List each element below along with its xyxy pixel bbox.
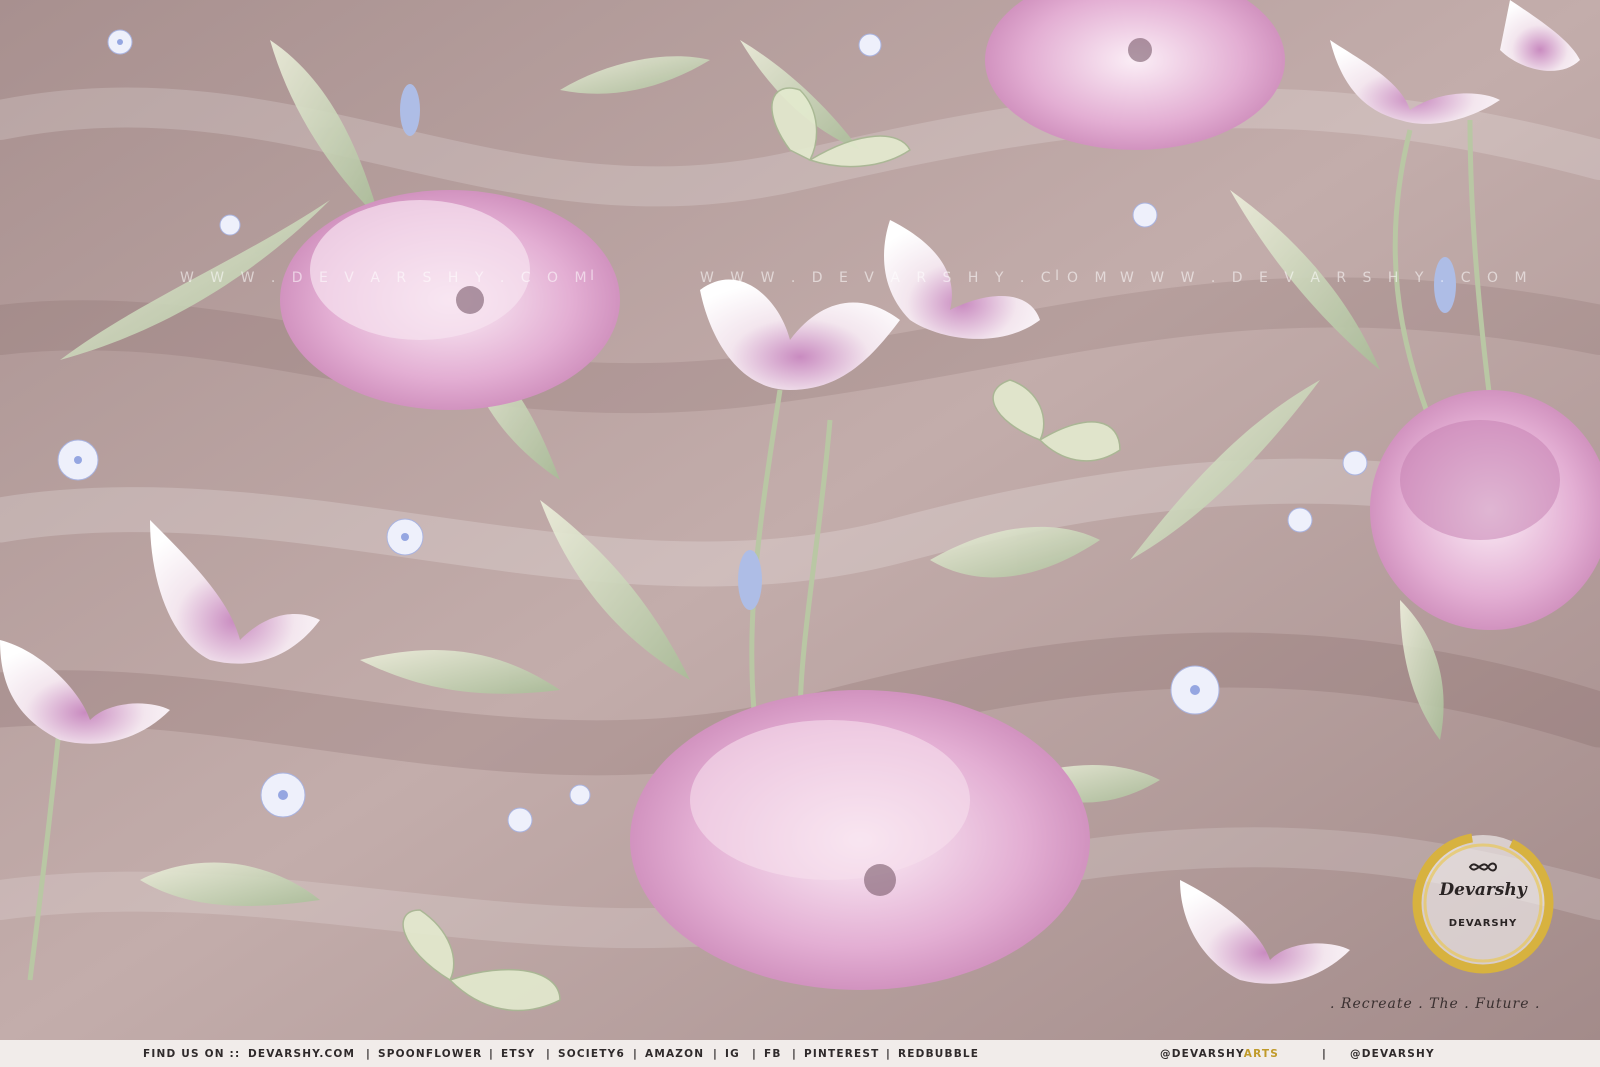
watermark-text: W W W . D E V A R S H Y . C O M <box>1120 270 1533 286</box>
footer-separator: | <box>713 1048 719 1060</box>
watermark-text: W W W . D E V A R S H Y . C O M <box>700 270 1113 286</box>
footer-separator: | <box>633 1048 639 1060</box>
footer-link-spoonflower[interactable]: SPOONFLOWER <box>378 1048 482 1060</box>
watermark-separator: I <box>1055 268 1060 284</box>
footer-link-amazon[interactable]: AMAZON <box>645 1048 704 1060</box>
badge-name-text: DEVARSHY <box>1448 918 1518 929</box>
footer-separator: | <box>1322 1048 1328 1060</box>
footer-separator: | <box>546 1048 552 1060</box>
footer-link-pinterest[interactable]: PINTEREST <box>804 1048 880 1060</box>
footer-separator: | <box>792 1048 798 1060</box>
footer-link-ig[interactable]: IG <box>725 1048 740 1060</box>
fabric-print-mockup: W W W . D E V A R S H Y . C O M I W W W … <box>0 0 1600 1067</box>
badge-brand-text: Devarshy <box>1439 880 1527 900</box>
floral-satin-fabric-image <box>0 0 1600 1040</box>
watermark-text: W W W . D E V A R S H Y . C O M <box>180 270 593 286</box>
knot-logo-icon <box>1468 862 1498 872</box>
footer-handle-arts[interactable]: @DEVARSHYARTS <box>1160 1048 1279 1060</box>
gold-ring-icon <box>1412 832 1554 974</box>
footer-link-etsy[interactable]: ETSY <box>501 1048 535 1060</box>
footer-find-us-label: FIND US ON :: <box>143 1048 241 1060</box>
footer-link-redbubble[interactable]: REDBUBBLE <box>898 1048 979 1060</box>
footer-handle-suffix: ARTS <box>1243 1048 1280 1060</box>
footer-bar: FIND US ON :: DEVARSHY.COM | SPOONFLOWER… <box>0 1040 1600 1067</box>
footer-separator: | <box>489 1048 495 1060</box>
footer-separator: | <box>752 1048 758 1060</box>
footer-separator: | <box>366 1048 372 1060</box>
watermark-separator: I <box>590 268 595 284</box>
footer-link-fb[interactable]: FB <box>764 1048 782 1060</box>
brand-logo-badge: Devarshy DEVARSHY <box>1408 828 1558 978</box>
footer-handle-devarshy[interactable]: @DEVARSHY <box>1350 1048 1435 1060</box>
footer-link-society6[interactable]: SOCIETY6 <box>558 1048 625 1060</box>
footer-handle-prefix: @DEVARSHY <box>1160 1048 1244 1060</box>
footer-link-devarshy-com[interactable]: DEVARSHY.COM <box>248 1048 355 1060</box>
tagline: . Recreate . The . Future . <box>1330 996 1541 1012</box>
footer-separator: | <box>886 1048 892 1060</box>
